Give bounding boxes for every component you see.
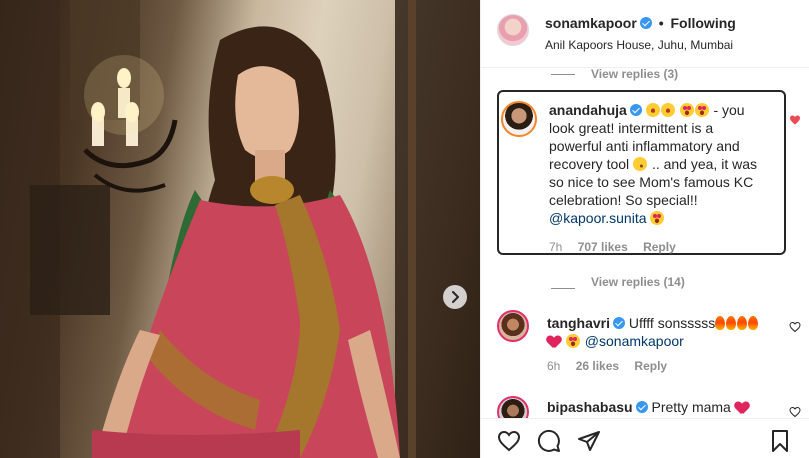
replies-divider (551, 288, 575, 289)
post-author: sonamkapoor • Following (545, 15, 736, 31)
reply-button[interactable]: Reply (634, 359, 667, 373)
post-header: sonamkapoor • Following Anil Kapoors Hou… (481, 0, 809, 68)
comment-time[interactable]: 6h (547, 359, 560, 373)
comment-line: look great! intermittent is a (549, 120, 714, 136)
comment-meta: 6h 26 likes Reply (547, 359, 679, 373)
comment-line: recovery tool (549, 156, 630, 172)
comment-time[interactable]: 7h (549, 240, 562, 254)
heart-eyes-emoji-icon (679, 103, 694, 117)
heart-eyes-emoji-icon (650, 211, 665, 225)
comment-username[interactable]: bipashabasu (547, 399, 633, 415)
fire-emoji-icon (715, 316, 726, 330)
heart-outline-icon[interactable] (789, 406, 801, 418)
bookmark-icon[interactable] (768, 429, 792, 453)
fire-emoji-icon (748, 316, 759, 330)
comment-body: Pretty mama (651, 399, 731, 415)
highlighted-comment: anandahuja - you look great! intermitten… (497, 90, 786, 255)
reply-button[interactable]: Reply (643, 240, 676, 254)
comment-line: so nice to see Mom's famous KC (549, 174, 754, 190)
verified-badge-icon (639, 17, 652, 29)
comment-line: powerful anti inflammatory and (549, 138, 740, 154)
following-button[interactable]: Following (671, 15, 736, 31)
speech-bubble-icon[interactable] (537, 429, 561, 453)
post-photo[interactable] (0, 0, 480, 458)
view-replies-button[interactable]: View replies (3) (591, 67, 678, 81)
laughing-emoji-icon (645, 103, 660, 117)
replies-divider (551, 74, 575, 75)
comment-text: bipashabasu Pretty mama (547, 398, 772, 416)
heart-eyes-emoji-icon (565, 334, 580, 348)
instagram-post-view: sonamkapoor • Following Anil Kapoors Hou… (0, 0, 809, 458)
heart-filled-icon[interactable] (789, 114, 801, 126)
chevron-right-icon (452, 291, 459, 303)
red-heart-emoji-icon (547, 336, 561, 348)
heart-eyes-emoji-icon (694, 103, 709, 117)
heart-outline-icon[interactable] (497, 429, 521, 453)
comment-likes[interactable]: 707 likes (578, 240, 628, 254)
avatar[interactable] (497, 14, 529, 46)
red-heart-emoji-icon (735, 402, 749, 414)
comment-line: - you (713, 102, 745, 118)
comment-line: .. and yea, it was (651, 156, 757, 172)
comment-text: anandahuja - you look great! intermitten… (549, 101, 759, 227)
avatar[interactable] (497, 310, 529, 342)
avatar[interactable] (501, 101, 537, 137)
heart-outline-icon[interactable] (789, 321, 801, 333)
fire-emoji-icon (737, 316, 748, 330)
comment-username[interactable]: anandahuja (549, 102, 627, 118)
comment-likes[interactable]: 26 likes (576, 359, 619, 373)
location-link[interactable]: Anil Kapoors House, Juhu, Mumbai (545, 38, 733, 52)
fire-emoji-icon (726, 316, 737, 330)
username-link[interactable]: sonamkapoor (545, 15, 637, 31)
post-actions-bar (481, 418, 809, 458)
smirk-emoji-icon (633, 157, 648, 171)
comments-panel: sonamkapoor • Following Anil Kapoors Hou… (480, 0, 809, 458)
comment-username[interactable]: tanghavri (547, 315, 610, 331)
photo-illustration (0, 0, 480, 458)
next-photo-button[interactable] (443, 285, 467, 309)
paper-plane-icon[interactable] (577, 429, 601, 453)
comment-meta: 7h 707 likes Reply (549, 240, 688, 254)
mention-link[interactable]: @kapoor.sunita (549, 210, 647, 226)
comment-body: Uffff sonsssss (628, 315, 716, 331)
view-replies-button[interactable]: View replies (14) (591, 275, 685, 289)
comment-line: celebration! So special!! (549, 192, 698, 208)
verified-badge-icon (635, 401, 648, 413)
comment-text: tanghavri Uffff sonsssss @sonamkapoor (547, 314, 772, 350)
separator-dot: • (658, 15, 664, 31)
verified-badge-icon (613, 317, 626, 329)
laughing-emoji-icon (660, 103, 675, 117)
verified-badge-icon (629, 104, 642, 116)
mention-link[interactable]: @sonamkapoor (585, 333, 684, 349)
